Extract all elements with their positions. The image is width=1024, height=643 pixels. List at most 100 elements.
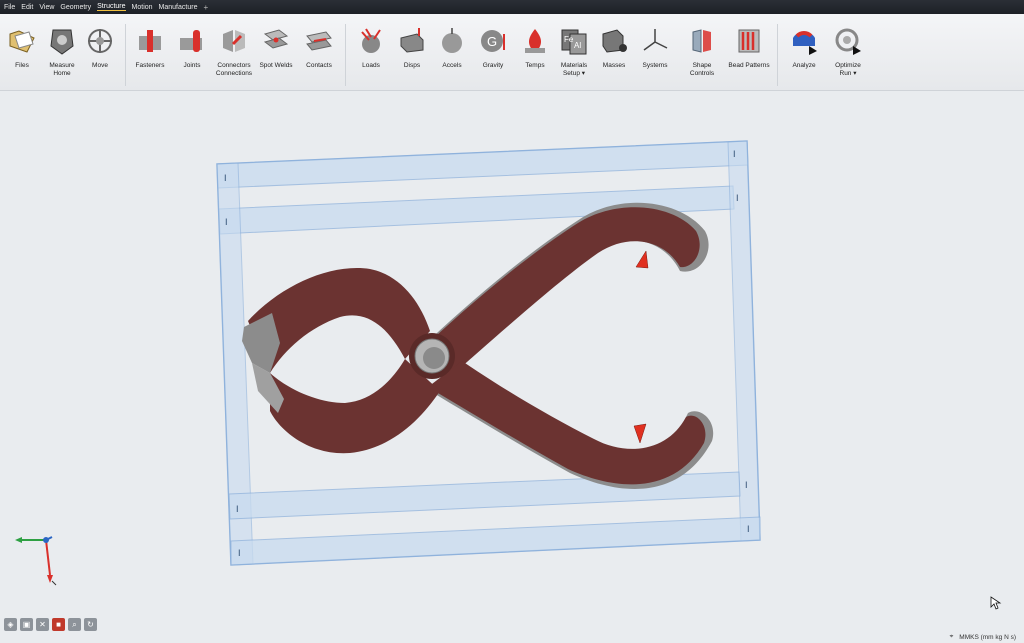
setup-dropdown-label[interactable]: Setup ▾ [552, 70, 596, 78]
view-cube-button[interactable]: ◈ [4, 618, 17, 631]
menu-manufacture[interactable]: Manufacture [159, 4, 198, 11]
temperature-icon [525, 29, 545, 53]
model-viewport[interactable]: I I I I I I I I ◈ ▣ ✕ ■ ⌕ ↻ ⌖ MMKS (mm k… [0, 91, 1024, 643]
files-label: Files [15, 62, 29, 69]
optimize-button[interactable]: Optimize Run ▾ [826, 26, 870, 78]
beam-marker-icon: I [747, 524, 750, 534]
accels-label: Accels [442, 62, 462, 69]
materials-label: Materials [560, 62, 588, 69]
ribbon-separator [125, 24, 126, 86]
gravity-button[interactable]: G Gravity [471, 26, 515, 70]
materials-icon: FeAl [561, 29, 587, 55]
menu-motion[interactable]: Motion [132, 4, 153, 11]
menu-view[interactable]: View [39, 4, 54, 11]
move-icon [88, 29, 112, 53]
displacement-icon [400, 28, 424, 53]
temps-button[interactable]: Temps [513, 26, 557, 70]
units-label[interactable]: MMKS (mm kg N s) [959, 634, 1016, 641]
shape-controls-button[interactable]: Shape Controls [680, 26, 724, 78]
cube-icon: ◈ [7, 620, 14, 629]
ribbon-separator [777, 24, 778, 86]
coordinate-system-icon [643, 29, 668, 51]
connections-label: Connections [215, 70, 253, 77]
move-button[interactable]: Move [78, 26, 122, 70]
model-scene[interactable]: I I I I I I I I [0, 91, 1024, 643]
menu-structure[interactable]: Structure [97, 3, 126, 11]
menu-geometry[interactable]: Geometry [60, 4, 91, 11]
gravity-icon: G [481, 30, 505, 52]
masses-button[interactable]: Masses [592, 26, 636, 70]
analyze-label: Analyze [792, 62, 816, 69]
status-units[interactable]: ⌖ MMKS (mm kg N s) [950, 633, 1016, 641]
load-marker-lower [633, 423, 647, 444]
beam-marker-icon: I [224, 173, 227, 183]
beam-marker-icon: I [745, 480, 748, 490]
beam-marker-icon: I [733, 149, 736, 159]
run-dropdown-label[interactable]: Run ▾ [826, 70, 870, 78]
joints-button[interactable]: Joints [170, 26, 214, 70]
load-marker-upper [635, 250, 649, 269]
axis-triad [15, 536, 57, 586]
measure-icon [50, 29, 74, 55]
menu-edit[interactable]: Edit [21, 4, 33, 11]
render-icon: ■ [56, 620, 61, 629]
analyze-button[interactable]: Analyze [782, 26, 826, 70]
fastener-icon [139, 30, 161, 52]
contact-icon [306, 31, 332, 51]
load-markers[interactable] [633, 250, 649, 444]
camera-button[interactable]: ▣ [20, 618, 33, 631]
optimize-label: Optimize [835, 62, 861, 69]
analyze-icon [793, 31, 817, 55]
svg-text:G: G [487, 34, 497, 49]
move-label: Move [92, 62, 108, 69]
gravity-label: Gravity [482, 62, 504, 69]
connectors-button[interactable]: Connectors Connections [212, 26, 256, 78]
orbit-icon: ↻ [87, 620, 94, 629]
acceleration-icon [442, 28, 462, 53]
spot-welds-button[interactable]: Spot Welds [254, 26, 298, 70]
shape-control-icon [692, 29, 711, 53]
loads-button[interactable]: Loads [349, 26, 393, 70]
design-space-frame[interactable] [216, 140, 761, 566]
add-ribbon-button[interactable]: + [203, 3, 208, 12]
materials-button[interactable]: Fe Al Materials Setup ▾ [552, 26, 596, 78]
joint-icon [180, 30, 202, 52]
menu-file[interactable]: File [4, 4, 15, 11]
crosshair-icon[interactable]: ⌖ [950, 633, 954, 641]
mouse-cursor-icon [990, 596, 1002, 610]
load-icon [361, 28, 381, 53]
ribbon-toolbar: Files Measure Home Move Fasteners Joints… [0, 14, 1024, 91]
menu-bar: File Edit View Geometry Structure Motion… [0, 0, 1024, 14]
disps-label: Disps [403, 62, 421, 69]
loads-label: Loads [362, 62, 380, 69]
bead-patterns-button[interactable]: Bead Patterns [727, 26, 771, 70]
bead-pattern-icon [738, 29, 760, 53]
spot-welds-label: Spot Welds [259, 62, 293, 69]
systems-button[interactable]: Systems [633, 26, 677, 70]
ribbon-separator [345, 24, 346, 86]
svg-text:Fe: Fe [564, 35, 574, 44]
contacts-button[interactable]: Contacts [297, 26, 341, 70]
pliers-part[interactable] [242, 202, 714, 489]
beam-marker-icon: I [736, 193, 739, 203]
connector-icon [223, 30, 245, 52]
render-button[interactable]: ■ [52, 618, 65, 631]
mass-icon [602, 29, 627, 53]
beam-marker-icon: I [238, 548, 241, 558]
files-button[interactable]: Files [0, 26, 44, 70]
fasteners-button[interactable]: Fasteners [128, 26, 172, 70]
masses-label: Masses [602, 62, 626, 69]
home-label: Home [53, 70, 71, 77]
shape-controls-label: Shape Controls [689, 62, 715, 77]
section-button[interactable]: ✕ [36, 618, 49, 631]
zoom-button[interactable]: ⌕ [68, 618, 81, 631]
beam-marker-icon: I [236, 504, 239, 514]
section-icon: ✕ [39, 620, 46, 629]
accels-button[interactable]: Accels [430, 26, 474, 70]
spot-weld-icon [263, 29, 289, 49]
connectors-label: Connectors [217, 62, 251, 69]
contacts-label: Contacts [306, 62, 332, 69]
optimize-icon [835, 28, 861, 55]
disps-button[interactable]: Disps [390, 26, 434, 70]
orbit-button[interactable]: ↻ [84, 618, 97, 631]
